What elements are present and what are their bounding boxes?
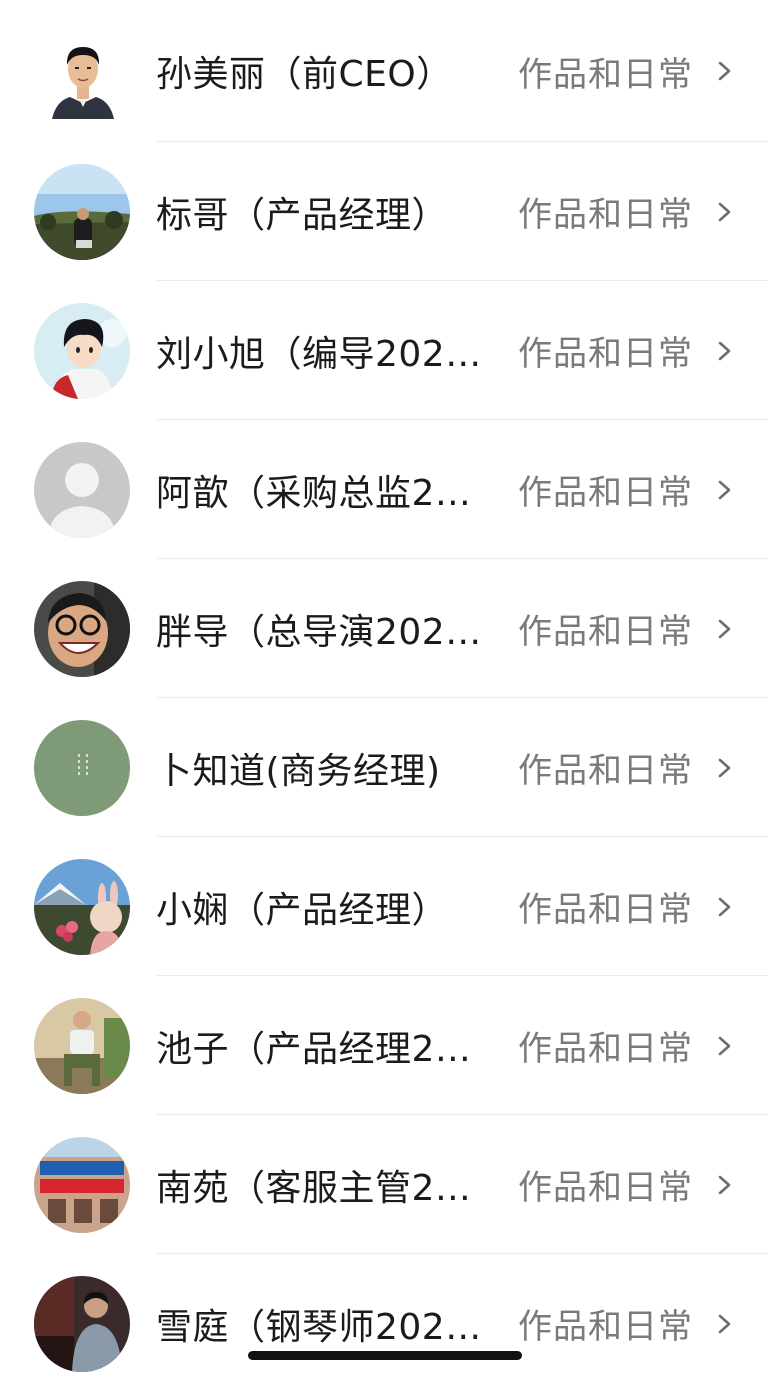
chevron-right-icon [718,758,731,777]
chevron-right-icon [718,61,731,81]
works-and-daily-link[interactable]: 作品和日常 [518,465,693,514]
chevron-right-icon [718,480,731,499]
chevron-right-icon [718,341,731,360]
home-indicator[interactable] [248,1351,522,1360]
contact-name: 小娴（产品经理） [156,889,449,931]
chevron-right-icon [718,202,731,221]
contact-name: 刘小旭（编导2022届） [156,333,494,375]
contact-name: 池子（产品经理2022届） [156,1028,494,1070]
contact-name: 标哥（产品经理） [156,194,449,236]
works-and-daily-link[interactable]: 作品和日常 [518,1299,693,1348]
anime-boy-icon [34,302,130,399]
chevron-right-icon [718,897,731,916]
bunny-mountain-icon [34,858,130,955]
contact-name: 南苑（客服主管2022届） [156,1167,494,1209]
chevron-right-icon [718,1036,731,1055]
works-and-daily-link[interactable]: 作品和日常 [518,326,693,375]
portrait-photo-icon [48,23,118,119]
chevron-right-icon [718,1175,731,1194]
works-and-daily-link[interactable]: 作品和日常 [518,882,693,931]
chevron-right-icon [718,619,731,638]
works-and-daily-link[interactable]: 作品和日常 [518,187,693,236]
landscape-photo-icon [34,163,130,260]
contact-list: 孙美丽（前CEO） 作品和日常 标哥（产品经理） 作品和日常 刘小旭（编导202… [0,0,768,1393]
chevron-right-icon [718,1314,731,1333]
works-and-daily-link[interactable]: 作品和日常 [518,47,693,96]
contact-name: 阿歆（采购总监2022届） [156,472,494,514]
contact-row[interactable]: 小娴（产品经理） 作品和日常 [0,837,768,976]
works-and-daily-link[interactable]: 作品和日常 [518,604,693,653]
contact-name: 胖导（总导演2022届） [156,611,494,653]
storefront-icon [34,1136,130,1233]
default-user-icon [34,441,130,538]
contact-name: 孙美丽（前CEO） [156,54,453,95]
contact-row[interactable]: 池子（产品经理2022届） 作品和日常 [0,976,768,1115]
works-and-daily-link[interactable]: 作品和日常 [518,1021,693,1070]
laughing-person-icon [34,580,130,677]
contact-row[interactable]: 胖导（总导演2022届） 作品和日常 [0,559,768,698]
contact-row[interactable]: 雪庭（钢琴师2022届） 作品和日常 [0,1254,768,1393]
contact-name: 卜知道(商务经理) [156,750,441,792]
contact-row[interactable]: 孙美丽（前CEO） 作品和日常 [0,0,768,142]
contact-row[interactable]: 阿歆（采购总监2022届） 作品和日常 [0,420,768,559]
works-and-daily-link[interactable]: 作品和日常 [518,743,693,792]
works-and-daily-link[interactable]: 作品和日常 [518,1160,693,1209]
seated-person-icon [34,997,130,1094]
piano-player-icon [34,1275,130,1372]
contact-row[interactable]: 刘小旭（编导2022届） 作品和日常 [0,281,768,420]
contact-row[interactable]: 卜知道(商务经理) 作品和日常 [0,698,768,837]
contact-row[interactable]: 南苑（客服主管2022届） 作品和日常 [0,1115,768,1254]
contact-name: 雪庭（钢琴师2022届） [156,1306,494,1348]
contact-row[interactable]: 标哥（产品经理） 作品和日常 [0,142,768,281]
green-calligraphy-icon [34,719,130,816]
